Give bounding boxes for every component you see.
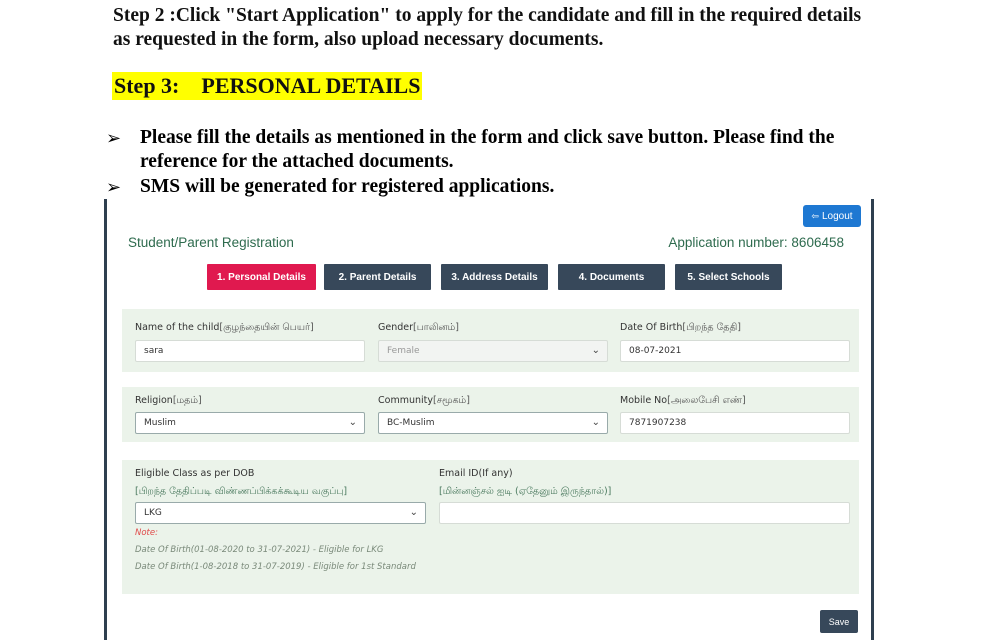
religion-value: Muslim	[144, 418, 176, 428]
email-input[interactable]	[439, 502, 850, 524]
religion-label: Religion[மதம்]	[135, 395, 202, 407]
logout-icon: ⇦	[811, 210, 819, 221]
dob-label-text: Date Of Birth	[620, 322, 683, 333]
tab-personal-details[interactable]: 1. Personal Details	[207, 264, 316, 290]
logout-label: Logout	[821, 210, 853, 222]
bullet-text: SMS will be generated for registered app…	[140, 176, 555, 197]
step3-label: Step 3:	[114, 73, 180, 98]
dob-label-tamil: [பிறந்த தேதி]	[682, 322, 741, 333]
step3-title: PERSONAL DETAILS	[201, 73, 421, 98]
eligible-class-label: Eligible Class as per DOB	[135, 468, 255, 479]
community-select[interactable]: BC-Muslim ⌄	[378, 412, 608, 434]
gender-label: Gender[பாலினம்]	[378, 322, 459, 334]
bullet-text: Please fill the details as mentioned in …	[140, 127, 835, 172]
mobile-label-text: Mobile No	[620, 395, 668, 406]
community-value: BC-Muslim	[387, 418, 435, 428]
religion-label-tamil: [மதம்]	[172, 395, 202, 406]
gender-select[interactable]: Female ⌄	[378, 340, 608, 362]
save-button[interactable]: Save	[820, 610, 858, 633]
step2-instruction: Step 2 :Click "Start Application" to app…	[113, 5, 862, 50]
community-label-text: Community	[378, 395, 433, 406]
gender-label-text: Gender	[378, 322, 414, 333]
mobile-label-tamil: [அலைபேசி எண்]	[667, 395, 746, 406]
gender-label-tamil: [பாலினம்]	[413, 322, 459, 333]
gender-value: Female	[387, 346, 420, 356]
mobile-input[interactable]: 7871907238	[620, 412, 850, 434]
note-label: Note:	[135, 528, 158, 538]
form-row-basic: Name of the child[குழந்தையின் பெயர்] sar…	[122, 309, 859, 372]
religion-select[interactable]: Muslim ⌄	[135, 412, 365, 434]
religion-label-text: Religion	[135, 395, 173, 406]
eligible-class-value: LKG	[144, 508, 162, 518]
form-row-class: Eligible Class as per DOB [பிறந்த தேதிப்…	[122, 460, 859, 594]
mobile-label: Mobile No[அலைபேசி எண்]	[620, 395, 746, 407]
child-name-label: Name of the child[குழந்தையின் பெயர்]	[135, 322, 314, 334]
form-row-religion: Religion[மதம்] Muslim ⌄ Community[சமூகம்]…	[122, 387, 859, 442]
page-title: Student/Parent Registration	[128, 235, 294, 250]
child-name-label-text: Name of the child	[135, 322, 220, 333]
eligible-class-label-tamil: [பிறந்த தேதிப்படி விண்ணப்பிக்கக்கூடிய வக…	[135, 486, 348, 497]
eligible-class-select[interactable]: LKG ⌄	[135, 502, 426, 524]
step3-heading: Step 3: PERSONAL DETAILS	[112, 72, 423, 100]
chevron-down-icon: ⌄	[591, 417, 600, 428]
community-label-tamil: [சமூகம்]	[432, 395, 470, 406]
chevron-down-icon: ⌄	[348, 417, 357, 428]
tab-parent-details[interactable]: 2. Parent Details	[324, 264, 431, 290]
email-label: Email ID(If any)	[439, 468, 513, 479]
chevron-down-icon: ⌄	[409, 507, 418, 518]
tab-select-schools[interactable]: 5. Select Schools	[675, 264, 782, 290]
registration-screenshot: ⇦ Logout Student/Parent Registration App…	[104, 199, 874, 640]
bullet-arrow-icon: ➢	[106, 177, 122, 198]
note-first-standard: Date Of Birth(1-08-2018 to 31-07-2019) -…	[135, 562, 416, 572]
application-number: Application number: 8606458	[668, 235, 844, 250]
community-label: Community[சமூகம்]	[378, 395, 470, 407]
child-name-label-tamil: [குழந்தையின் பெயர்]	[219, 322, 314, 333]
bullet-arrow-icon: ➢	[106, 128, 122, 149]
tab-documents[interactable]: 4. Documents	[558, 264, 665, 290]
email-label-tamil: [மின்னஞ்சல் ஐடி (ஏதேனும் இருந்தால்)]	[439, 486, 612, 497]
chevron-down-icon: ⌄	[591, 345, 600, 356]
tab-address-details[interactable]: 3. Address Details	[441, 264, 548, 290]
note-lkg: Date Of Birth(01-08-2020 to 31-07-2021) …	[135, 545, 384, 555]
dob-input[interactable]: 08-07-2021	[620, 340, 850, 362]
child-name-input[interactable]: sara	[135, 340, 365, 362]
dob-label: Date Of Birth[பிறந்த தேதி]	[620, 322, 741, 334]
logout-button[interactable]: ⇦ Logout	[803, 205, 861, 227]
